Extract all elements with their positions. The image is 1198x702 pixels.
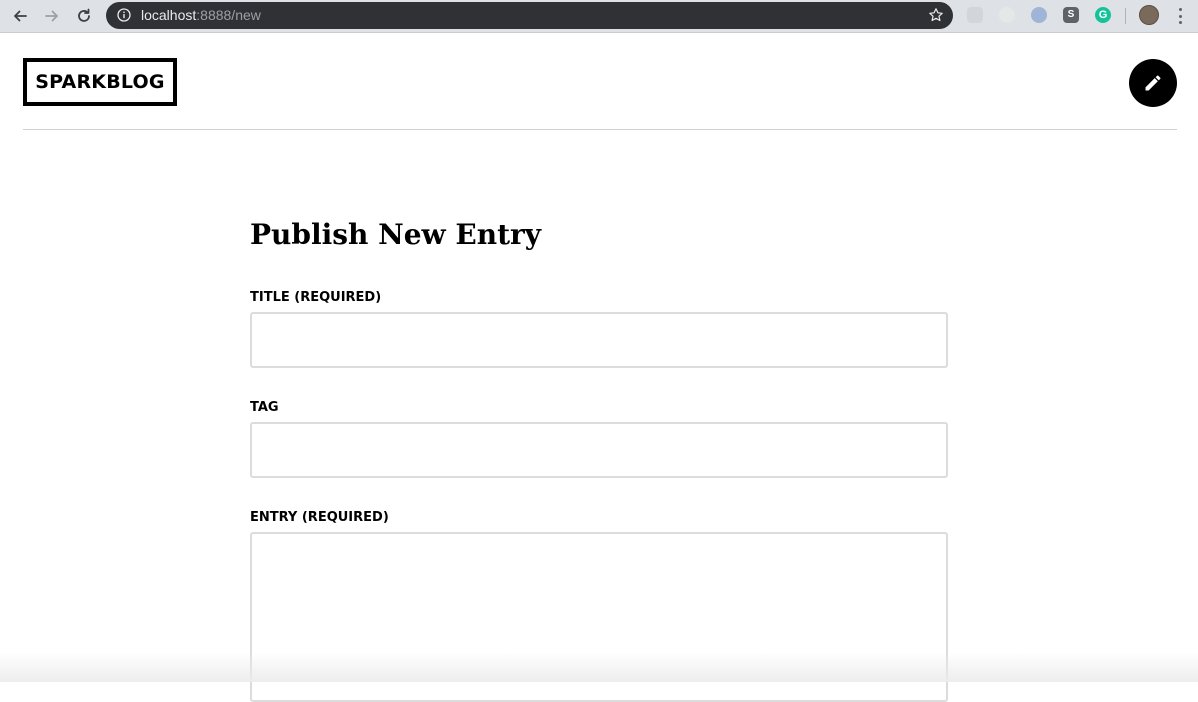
forward-arrow-icon[interactable] <box>41 5 63 27</box>
header-divider <box>23 129 1177 130</box>
toolbar-divider <box>1125 8 1126 24</box>
entry-label: ENTRY (REQUIRED) <box>250 510 389 525</box>
title-input[interactable] <box>250 312 948 368</box>
menu-dots-icon[interactable] <box>1172 6 1188 26</box>
extension-ghost-icon[interactable] <box>999 7 1015 23</box>
extension-react-icon[interactable] <box>967 7 983 23</box>
title-label: TITLE (REQUIRED) <box>250 290 382 305</box>
url-path: :8888/new <box>196 7 261 23</box>
tag-input[interactable] <box>250 422 948 478</box>
extension-grammarly-icon[interactable]: G <box>1095 7 1111 23</box>
entry-textarea[interactable] <box>250 532 948 702</box>
compose-button[interactable] <box>1129 59 1177 107</box>
extension-feather-icon[interactable] <box>1031 7 1047 23</box>
browser-toolbar: localhost:8888/new S G <box>0 0 1198 33</box>
info-icon[interactable] <box>117 8 131 22</box>
url-host: localhost <box>141 7 197 23</box>
pencil-icon <box>1145 75 1161 91</box>
profile-avatar[interactable] <box>1139 5 1159 25</box>
extension-s-icon[interactable]: S <box>1063 7 1079 23</box>
address-bar[interactable]: localhost:8888/new <box>106 2 953 29</box>
site-logo[interactable]: SPARKBLOG <box>23 58 177 106</box>
back-arrow-icon[interactable] <box>9 5 31 27</box>
page-title: Publish New Entry <box>250 218 542 251</box>
tag-label: TAG <box>250 400 279 415</box>
url-text: localhost:8888/new <box>141 7 261 23</box>
reload-icon[interactable] <box>73 5 95 27</box>
star-icon[interactable] <box>928 7 944 23</box>
